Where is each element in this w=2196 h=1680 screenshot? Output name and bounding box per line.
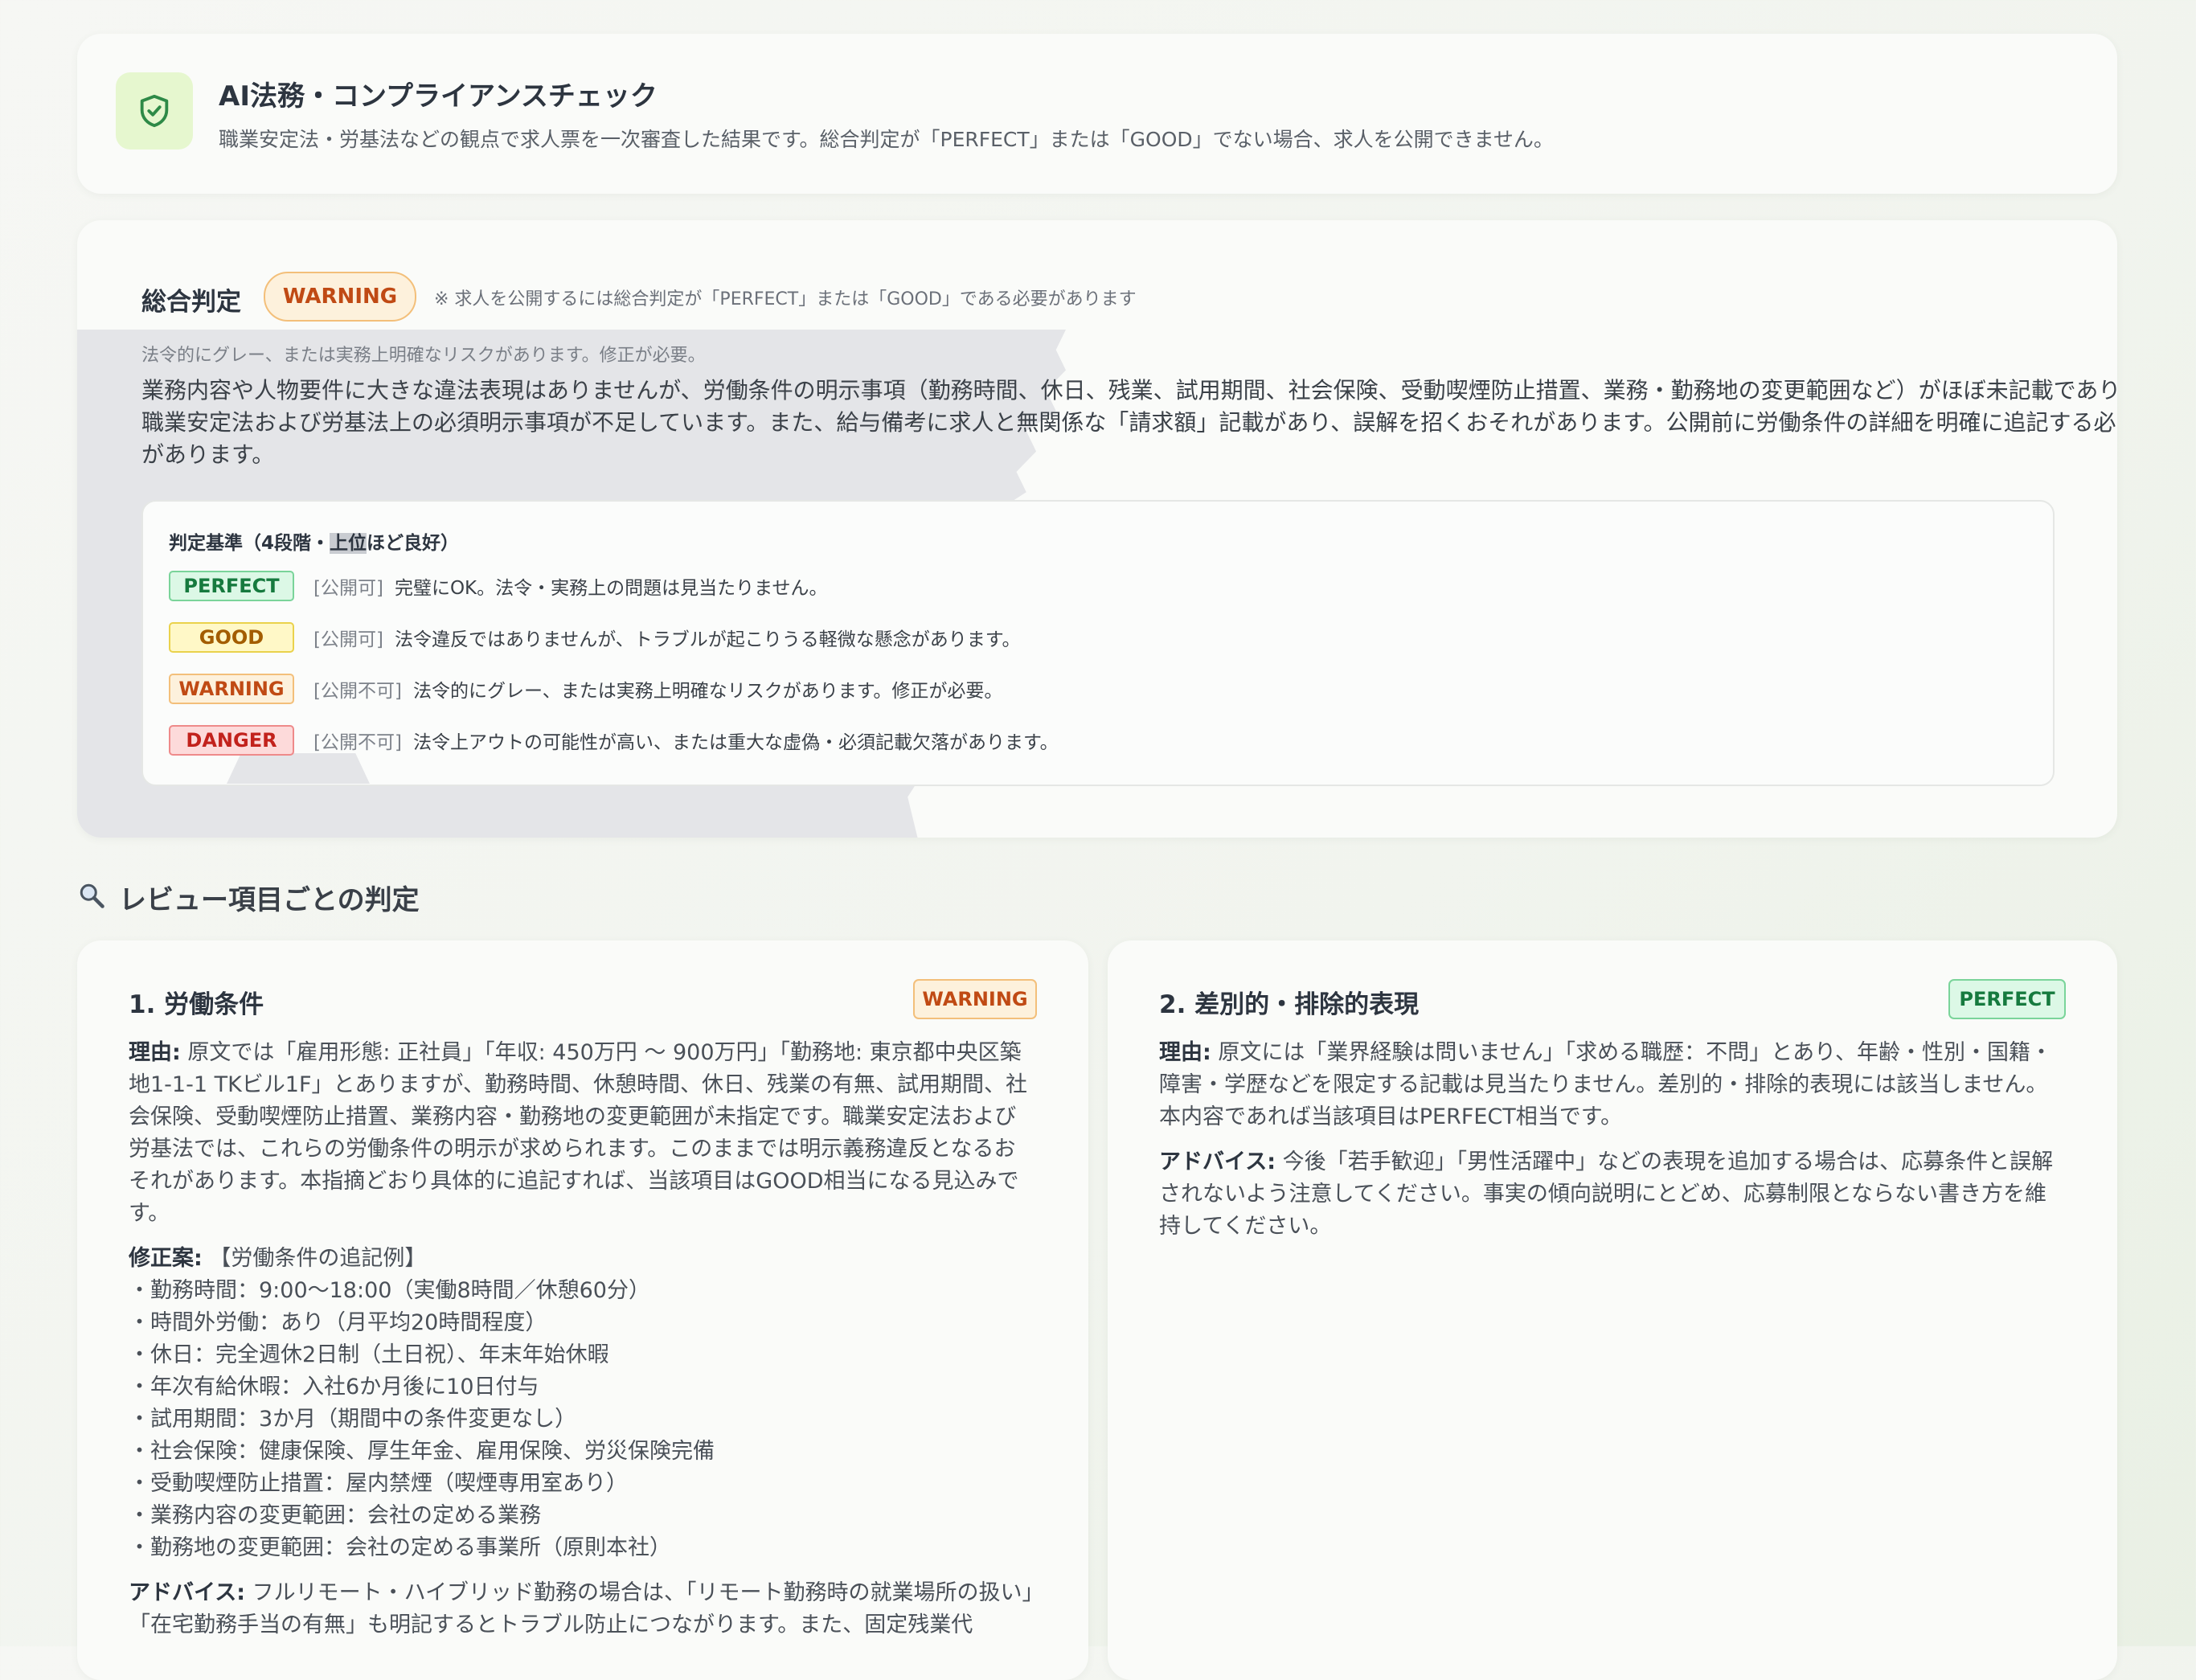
criteria-status: [公開不可]	[313, 681, 402, 702]
criteria-description: 法令的にグレー、または実務上明確なリスクがあります。修正が必要。	[412, 681, 1003, 702]
header-card: AI法務・コンプライアンスチェック 職業安定法・労基法などの観点で求人票を一次審…	[77, 34, 2117, 194]
criteria-row-perfect: PERFECT [公開可] 完璧にOK。法令・実務上の問題は見当たりません。	[169, 569, 827, 603]
section-title: レビュー項目ごとの判定	[119, 883, 420, 916]
advice-text: 今後「若手歓迎」「男性活躍中」などの表現を追加する場合は、応募条件と誤解されない…	[1159, 1149, 2054, 1239]
review-advice: アドバイス: 今後「若手歓迎」「男性活躍中」などの表現を追加する場合は、応募条件…	[1159, 1146, 2067, 1243]
fix-label: 修正案:	[129, 1246, 203, 1271]
shield-check-icon	[116, 72, 193, 150]
criteria-title: 判定基準（4段階・上位ほど良好）	[169, 527, 459, 555]
good-badge: GOOD	[169, 622, 294, 653]
review-reason: 理由: 原文では「雇用形態: 正社員」「年収: 450万円 〜 900万円」「勤…	[129, 1037, 1037, 1230]
criteria-title-part: ほど良好）	[367, 533, 460, 554]
list-item: ・社会保険：健康保険、厚生年金、雇用保険、労災保険完備	[129, 1439, 715, 1464]
reason-text: 原文では「雇用形態: 正社員」「年収: 450万円 〜 900万円」「勤務地: …	[129, 1040, 1027, 1226]
perfect-badge: PERFECT	[169, 571, 294, 601]
advice-text: フルリモート・ハイブリッド勤務の場合は、「リモート勤務時の就業場所の扱い」「在宅…	[129, 1580, 1034, 1637]
review-advice: アドバイス: フルリモート・ハイブリッド勤務の場合は、「リモート勤務時の就業場所…	[129, 1577, 1037, 1641]
review-status-badge: PERFECT	[1948, 979, 2066, 1019]
overall-judgement-card: 総合判定 WARNING ※ 求人を公開するには総合判定が「PERFECT」また…	[77, 220, 2117, 838]
review-section-heading: レビュー項目ごとの判定	[77, 878, 420, 916]
criteria-description: 完璧にOK。法令・実務上の問題は見当たりません。	[394, 578, 828, 599]
criteria-row-danger: DANGER [公開不可] 法令上アウトの可能性が高い、または重大な虚偽・必須記…	[169, 723, 1059, 757]
review-fix: 修正案: 【労働条件の追記例】 ・勤務時間：9:00〜18:00（実働8時間／休…	[129, 1243, 1037, 1564]
reason-label: 理由:	[129, 1040, 181, 1065]
criteria-status: [公開可]	[313, 629, 383, 650]
review-card-labor-conditions: 1. 労働条件 WARNING 理由: 原文では「雇用形態: 正社員」「年収: …	[77, 940, 1088, 1680]
overall-summary: 業務内容や人物要件に大きな違法表現はありませんが、労働条件の明示事項（勤務時間、…	[141, 377, 2117, 468]
fix-intro: 【労働条件の追記例】	[209, 1246, 427, 1271]
criteria-row-good: GOOD [公開可] 法令違反ではありませんが、トラブルが起こりうる軽微な懸念が…	[169, 621, 1021, 654]
reason-text: 原文には「業界経験は問いません」「求める職歴：不問」とあり、年齢・性別・国籍・障…	[1159, 1040, 2053, 1129]
review-title: 2. 差別的・排除的表現	[1159, 990, 1420, 1019]
page-description: 職業安定法・労基法などの観点で求人票を一次審査した結果です。総合判定が「PERF…	[219, 128, 1554, 151]
criteria-description: 法令違反ではありませんが、トラブルが起こりうる軽微な懸念があります。	[394, 629, 1021, 650]
review-reason: 理由: 原文には「業界経験は問いません」「求める職歴：不問」とあり、年齢・性別・…	[1159, 1037, 2067, 1133]
list-item: ・試用期間：3か月（期間中の条件変更なし）	[129, 1407, 577, 1432]
advice-label: アドバイス:	[1159, 1149, 1276, 1174]
review-title: 1. 労働条件	[129, 990, 264, 1019]
selection-overlay-tab	[227, 753, 370, 784]
list-item: ・時間外労働：あり（月平均20時間程度）	[129, 1310, 547, 1335]
review-body: 理由: 原文では「雇用形態: 正社員」「年収: 450万円 〜 900万円」「勤…	[129, 1037, 1037, 1654]
warning-badge: WARNING	[169, 674, 294, 704]
list-item: ・勤務地の変更範囲：会社の定める事業所（原則本社）	[129, 1535, 671, 1560]
review-card-discriminatory-expressions: 2. 差別的・排除的表現 PERFECT 理由: 原文には「業界経験は問いません…	[1108, 940, 2117, 1680]
magnifier-icon	[77, 881, 106, 913]
criteria-row-warning: WARNING [公開不可] 法令的にグレー、または実務上明確なリスクがあります…	[169, 672, 1002, 706]
criteria-title-highlight: 上位	[330, 533, 367, 554]
criteria-box: 判定基準（4段階・上位ほど良好） PERFECT [公開可] 完璧にOK。法令・…	[141, 500, 2055, 786]
list-item: ・受動喫煙防止措置：屋内禁煙（喫煙専用室あり）	[129, 1471, 628, 1496]
page-title: AI法務・コンプライアンスチェック	[219, 80, 658, 113]
reason-label: 理由:	[1159, 1040, 1211, 1065]
overall-status-badge: WARNING	[264, 272, 416, 322]
criteria-description: 法令上アウトの可能性が高い、または重大な虚偽・必須記載欠落があります。	[412, 732, 1059, 753]
criteria-status: [公開不可]	[313, 732, 402, 753]
review-status-badge: WARNING	[913, 979, 1037, 1019]
list-item: ・勤務時間：9:00〜18:00（実働8時間／休憩60分）	[129, 1278, 650, 1303]
overall-subtitle: 法令的にグレー、または実務上明確なリスクがあります。修正が必要。	[141, 346, 706, 366]
overall-note: ※ 求人を公開するには総合判定が「PERFECT」または「GOOD」である必要が…	[434, 289, 1137, 309]
criteria-title-part: 判定基準（4段階・	[169, 533, 330, 554]
fix-list: ・勤務時間：9:00〜18:00（実働8時間／休憩60分） ・時間外労働：あり（…	[129, 1275, 1037, 1564]
advice-label: アドバイス:	[129, 1580, 245, 1605]
list-item: ・年次有給休暇：入社6か月後に10日付与	[129, 1375, 539, 1399]
danger-badge: DANGER	[169, 725, 294, 756]
criteria-status: [公開可]	[313, 578, 383, 599]
overall-label: 総合判定	[141, 288, 241, 317]
review-body: 理由: 原文には「業界経験は問いません」「求める職歴：不問」とあり、年齢・性別・…	[1159, 1037, 2067, 1256]
list-item: ・業務内容の変更範囲：会社の定める業務	[129, 1503, 541, 1528]
list-item: ・休日：完全週休2日制（土日祝）、年末年始休暇	[129, 1342, 609, 1367]
